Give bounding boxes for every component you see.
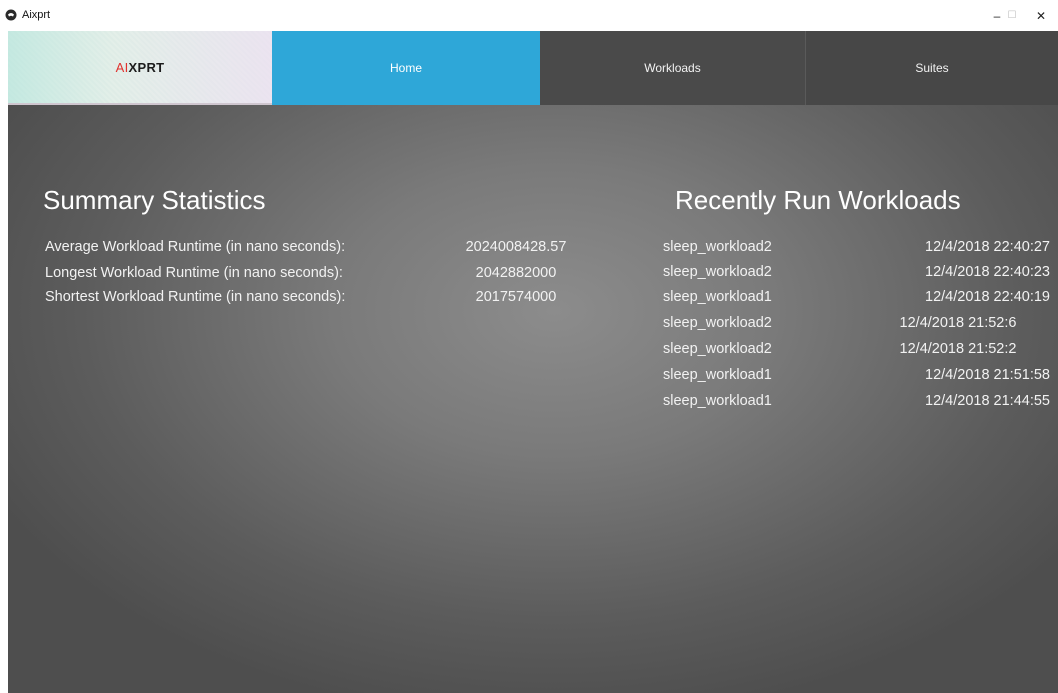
recent-workload-time: 12/4/2018 21:52:2 [899, 341, 1017, 357]
shortest-runtime-value: 2017574000 [475, 289, 557, 305]
tab-home-label: Home [389, 61, 422, 75]
recent-workload-name: sleep_workload1 [663, 393, 772, 409]
shortest-runtime-label: Shortest Workload Runtime (in nano secon… [45, 289, 346, 305]
recent-workload-time: 12/4/2018 21:52:6 [899, 315, 1017, 331]
recent-workload-name: sleep_workload2 [663, 341, 772, 357]
close-icon: ✕ [1035, 8, 1047, 23]
home-panel: Summary Statistics Average Workload Runt… [8, 105, 1058, 693]
recent-workload-time: 12/4/2018 21:44:55 [925, 393, 1050, 409]
recent-workload-name: sleep_workload1 [663, 367, 772, 383]
recent-workload-time: 12/4/2018 21:51:58 [925, 367, 1050, 383]
recent-workload-name: sleep_workload2 [663, 264, 772, 280]
maximize-icon: ☐ [1007, 10, 1017, 21]
tab-suites[interactable]: Suites [806, 31, 1058, 105]
recent-workload-time: 12/4/2018 22:40:19 [925, 289, 1050, 305]
main-nav: AI XPRT Home Workloads Suites [8, 31, 1058, 105]
tab-workloads-label: Workloads [644, 61, 701, 75]
logo-ai-text: AI [115, 59, 129, 75]
recent-workload-name: sleep_workload1 [663, 289, 772, 305]
average-runtime-label: Average Workload Runtime (in nano second… [45, 239, 346, 255]
recent-workload-time: 12/4/2018 22:40:27 [925, 239, 1050, 255]
tab-home[interactable]: Home [272, 31, 540, 105]
logo-tab[interactable]: AI XPRT [8, 31, 272, 105]
longest-runtime-value: 2042882000 [475, 265, 557, 281]
window-title: Aixprt [22, 9, 51, 21]
title-bar: Aixprt – ☐ ✕ [0, 0, 1058, 31]
recent-workload-name: sleep_workload2 [663, 239, 772, 255]
recent-workload-time: 12/4/2018 22:40:23 [925, 264, 1050, 280]
average-runtime-value: 2024008428.57 [465, 239, 567, 255]
app-icon [5, 9, 17, 21]
tab-suites-label: Suites [915, 61, 949, 75]
close-button[interactable]: ✕ [1024, 0, 1058, 31]
recent-workload-name: sleep_workload2 [663, 315, 772, 331]
longest-runtime-label: Longest Workload Runtime (in nano second… [45, 265, 343, 281]
tab-workloads[interactable]: Workloads [540, 31, 806, 105]
logo-xprt-text: XPRT [128, 59, 165, 75]
summary-title: Summary Statistics [43, 185, 266, 215]
recent-workloads-title: Recently Run Workloads [675, 185, 961, 215]
